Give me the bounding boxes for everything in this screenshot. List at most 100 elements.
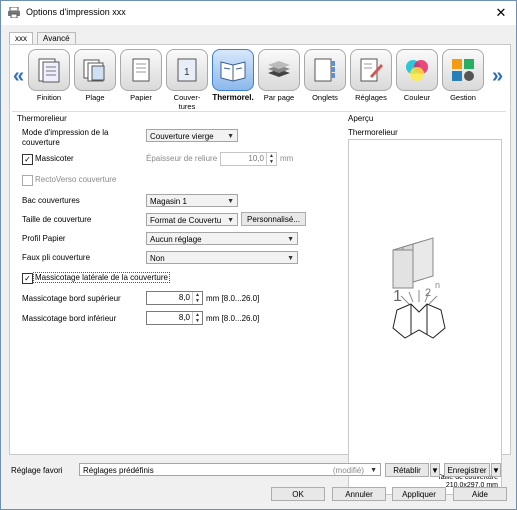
bac-value: Magasin 1 bbox=[150, 197, 187, 206]
chevron-down-icon: ▼ bbox=[227, 198, 234, 205]
preview-subtitle: Thermorelieur bbox=[348, 128, 398, 137]
massicotage-lat-label: Massicotage latérale de la couverture bbox=[33, 272, 170, 283]
aide-button[interactable]: Aide bbox=[453, 487, 507, 501]
mode-label: Mode d'impression de la couverture bbox=[22, 128, 109, 147]
massicotage-lat-checkbox[interactable]: ✓ bbox=[22, 273, 33, 284]
svg-text:1: 1 bbox=[184, 67, 190, 78]
epaisseur-label: Épaisseur de reliure bbox=[146, 154, 218, 163]
category-reglages[interactable]: Réglages bbox=[350, 49, 392, 109]
dialog-footer: Réglage favori Réglages prédéfinis (modi… bbox=[1, 456, 516, 508]
category-couvertures[interactable]: 1 Couver- tures bbox=[166, 49, 208, 111]
mode-select[interactable]: Couverture vierge ▼ bbox=[146, 129, 238, 142]
favori-label: Réglage favori bbox=[11, 466, 63, 475]
sup-label: Massicotage bord supérieur bbox=[22, 294, 121, 303]
sup-value: 8,0 bbox=[178, 293, 190, 302]
retablir-button[interactable]: Rétablir bbox=[385, 463, 429, 477]
category-label: Réglages bbox=[355, 93, 387, 102]
enregistrer-dropdown-icon[interactable]: ▼ bbox=[491, 463, 501, 477]
mode-value: Couverture vierge bbox=[150, 132, 214, 141]
personnalise-button[interactable]: Personnalisé... bbox=[241, 212, 306, 226]
category-finition[interactable]: Finition bbox=[28, 49, 70, 109]
title-bar: Options d'impression xxx ✕ bbox=[1, 1, 516, 25]
epaisseur-unit: mm bbox=[280, 154, 294, 163]
page-number-1: 1 bbox=[393, 288, 402, 305]
color-icon bbox=[406, 60, 428, 81]
category-label: Gestion bbox=[450, 93, 476, 102]
taille-label: Taille de couverture bbox=[22, 215, 92, 224]
faux-select[interactable]: Non ▼ bbox=[146, 251, 298, 264]
page-number-n: n bbox=[435, 280, 441, 290]
chevron-down-icon: ▼ bbox=[227, 133, 234, 140]
printer-icon bbox=[8, 7, 20, 18]
divider bbox=[12, 111, 506, 112]
page-number-2: 2 bbox=[425, 287, 432, 299]
sup-stepper[interactable]: 8,0 ▲ ▼ bbox=[146, 291, 203, 305]
category-label: Couleur bbox=[403, 93, 431, 102]
paper-icon bbox=[132, 58, 150, 82]
spinner-icon: ▲ ▼ bbox=[266, 153, 276, 165]
category-label: Par page bbox=[263, 93, 295, 102]
annuler-button[interactable]: Annuler bbox=[332, 487, 386, 501]
taille-value: Format de Couvertu bbox=[150, 216, 222, 225]
chevron-down-icon: ▼ bbox=[227, 217, 234, 224]
rectoverso-label: RectoVerso couverture bbox=[35, 175, 117, 184]
category-label: Finition bbox=[36, 93, 62, 102]
page-range-icon bbox=[83, 59, 105, 82]
nav-left-icon[interactable]: « bbox=[13, 65, 24, 88]
category-papier[interactable]: Papier bbox=[120, 49, 162, 109]
tabs-icon bbox=[314, 58, 335, 82]
enregistrer-button[interactable]: Enregistrer bbox=[444, 463, 490, 477]
preview-title: Aperçu bbox=[348, 114, 374, 123]
profil-label: Profil Papier bbox=[22, 234, 66, 243]
category-onglets[interactable]: Onglets bbox=[304, 49, 346, 109]
nav-right-icon[interactable]: » bbox=[492, 65, 503, 88]
epaisseur-value: 10,0 bbox=[248, 154, 264, 163]
chevron-down-icon: ▼ bbox=[287, 255, 294, 262]
cover-icon: 1 bbox=[177, 58, 197, 82]
close-icon[interactable]: ✕ bbox=[492, 4, 510, 22]
profil-select[interactable]: Aucun réglage ▼ bbox=[146, 232, 298, 245]
category-gestion[interactable]: Gestion bbox=[442, 49, 484, 109]
sup-range: mm [8.0...26.0] bbox=[206, 294, 260, 303]
settings-icon bbox=[360, 58, 383, 82]
inf-range: mm [8.0...26.0] bbox=[206, 314, 260, 323]
category-label: Papier bbox=[130, 93, 152, 102]
management-icon bbox=[452, 59, 474, 81]
category-thermorel[interactable]: Thermorel. bbox=[212, 49, 254, 109]
stack-icon bbox=[268, 61, 290, 77]
window-title: Options d'impression xxx bbox=[26, 7, 126, 17]
inf-value: 8,0 bbox=[178, 313, 190, 322]
category-couleur[interactable]: Couleur bbox=[396, 49, 438, 109]
finishing-icon bbox=[38, 58, 60, 83]
binder-icon bbox=[220, 61, 246, 82]
epaisseur-stepper[interactable]: 10,0 ▲ ▼ bbox=[220, 152, 277, 166]
category-par-page[interactable]: Par page bbox=[258, 49, 300, 109]
preview-area: 1 2 n Taille de couverture 210.0x297,0 m… bbox=[348, 139, 502, 495]
taille-select[interactable]: Format de Couvertu ▼ bbox=[146, 213, 238, 226]
settings-panel: « » Finition Plage Papier 1 Couver- ture… bbox=[9, 44, 511, 495]
massicoter-label: Massicoter bbox=[35, 154, 74, 163]
massicoter-checkbox[interactable]: ✓ bbox=[22, 154, 33, 165]
section-title: Thermorelieur bbox=[17, 114, 67, 123]
category-plage[interactable]: Plage bbox=[74, 49, 116, 109]
category-label: Onglets bbox=[312, 93, 338, 102]
ok-button[interactable]: OK bbox=[271, 487, 325, 501]
category-label: Plage bbox=[85, 93, 105, 102]
print-options-window: Options d'impression xxx ✕ xxx Avancé « … bbox=[0, 0, 517, 510]
favori-select[interactable]: Réglages prédéfinis (modifié) ▼ bbox=[79, 463, 381, 476]
inf-label: Massicotage bord inférieur bbox=[22, 314, 117, 323]
category-label: Thermorel. bbox=[212, 93, 254, 102]
favori-state: (modifié) bbox=[332, 466, 364, 475]
profil-value: Aucun réglage bbox=[150, 235, 202, 244]
spinner-icon: ▲ ▼ bbox=[192, 292, 202, 304]
spinner-icon: ▲ ▼ bbox=[192, 312, 202, 324]
appliquer-button[interactable]: Appliquer bbox=[392, 487, 446, 501]
chevron-down-icon: ▼ bbox=[370, 467, 377, 474]
retablir-dropdown-icon[interactable]: ▼ bbox=[430, 463, 440, 477]
inf-stepper[interactable]: 8,0 ▲ ▼ bbox=[146, 311, 203, 325]
rectoverso-checkbox[interactable] bbox=[22, 175, 33, 186]
chevron-down-icon: ▼ bbox=[287, 236, 294, 243]
bac-select[interactable]: Magasin 1 ▼ bbox=[146, 194, 238, 207]
category-label: Couver- tures bbox=[173, 93, 201, 111]
bac-label: Bac couvertures bbox=[22, 196, 80, 205]
